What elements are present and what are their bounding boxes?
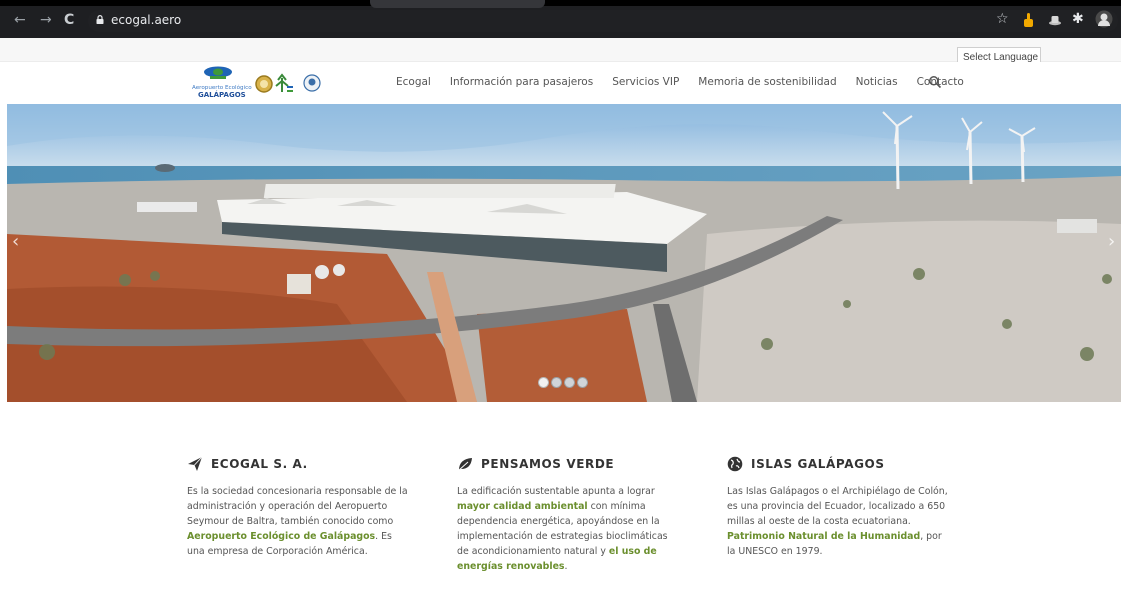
feature-text: Es la sociedad concesionaria responsable…: [187, 486, 408, 557]
globe-icon: [727, 456, 743, 472]
feature-text: Las Islas Galápagos o el Archipiélago de…: [727, 486, 948, 557]
hero-slider[interactable]: [7, 104, 1121, 402]
feature-link[interactable]: mayor calidad ambiental: [457, 501, 588, 512]
tab-strip: [0, 0, 1121, 6]
slider-dot-3[interactable]: [564, 377, 575, 388]
slider-prev-icon[interactable]: ‹: [12, 231, 19, 252]
address-bar[interactable]: [88, 10, 1118, 32]
main-nav: Ecogal Información para pasajeros Servic…: [396, 76, 983, 88]
tree-icon: [275, 73, 289, 92]
star-icon[interactable]: ☆: [996, 12, 1009, 26]
search-icon[interactable]: [928, 75, 942, 89]
feature-link[interactable]: Aeropuerto Ecológico de Galápagos: [187, 531, 375, 542]
reload-icon[interactable]: C: [64, 13, 74, 27]
nav-item-servicios-vip[interactable]: Servicios VIP: [612, 76, 679, 88]
logo-line2: GALÁPAGOS: [198, 90, 246, 99]
site-logo[interactable]: Aeropuerto Ecológico GALÁPAGOS: [190, 64, 325, 102]
language-bar: [0, 38, 1121, 62]
browser-tab[interactable]: [370, 0, 545, 8]
feature-ecogal: ECOGAL S. A. Es la sociedad concesionari…: [187, 456, 412, 559]
slider-dot-1[interactable]: [538, 377, 549, 388]
hero-image: [7, 104, 1121, 402]
paper-plane-icon: [188, 456, 203, 471]
back-arrow-icon[interactable]: ←: [14, 13, 26, 27]
logo-line1: Aeropuerto Ecológico: [192, 84, 252, 91]
leaf-icon: [457, 458, 472, 472]
forward-arrow-icon[interactable]: →: [40, 13, 52, 27]
feature-title: ISLAS GALÁPAGOS: [727, 456, 952, 472]
feature-title: PENSAMOS VERDE: [457, 456, 682, 472]
lock-icon[interactable]: [96, 15, 104, 24]
nav-item-ecogal[interactable]: Ecogal: [396, 76, 431, 88]
url-text[interactable]: ecogal.aero: [111, 13, 181, 27]
nav-item-memoria-sostenibilidad[interactable]: Memoria de sostenibilidad: [698, 76, 836, 88]
nav-item-noticias[interactable]: Noticias: [856, 76, 898, 88]
slider-pagination: [538, 377, 590, 388]
feature-link[interactable]: Patrimonio Natural de la Humanidad: [727, 531, 920, 542]
hat-extension-icon[interactable]: [1048, 12, 1062, 26]
slider-dot-2[interactable]: [551, 377, 562, 388]
puzzle-extensions-icon[interactable]: ✱: [1072, 12, 1084, 26]
nav-item-informacion-pasajeros[interactable]: Información para pasajeros: [450, 76, 593, 88]
feature-islas-galapagos: ISLAS GALÁPAGOS Las Islas Galápagos o el…: [727, 456, 952, 559]
profile-avatar-icon[interactable]: [1095, 10, 1113, 28]
thumbs-up-extension-icon[interactable]: [1022, 12, 1036, 28]
slider-dot-4[interactable]: [577, 377, 588, 388]
feature-pensamos-verde: PENSAMOS VERDE La edificación sustentabl…: [457, 456, 682, 574]
feature-text: La edificación sustentable apunta a logr…: [457, 486, 668, 572]
feature-title: ECOGAL S. A.: [187, 456, 412, 472]
slider-next-icon[interactable]: ›: [1108, 231, 1115, 252]
